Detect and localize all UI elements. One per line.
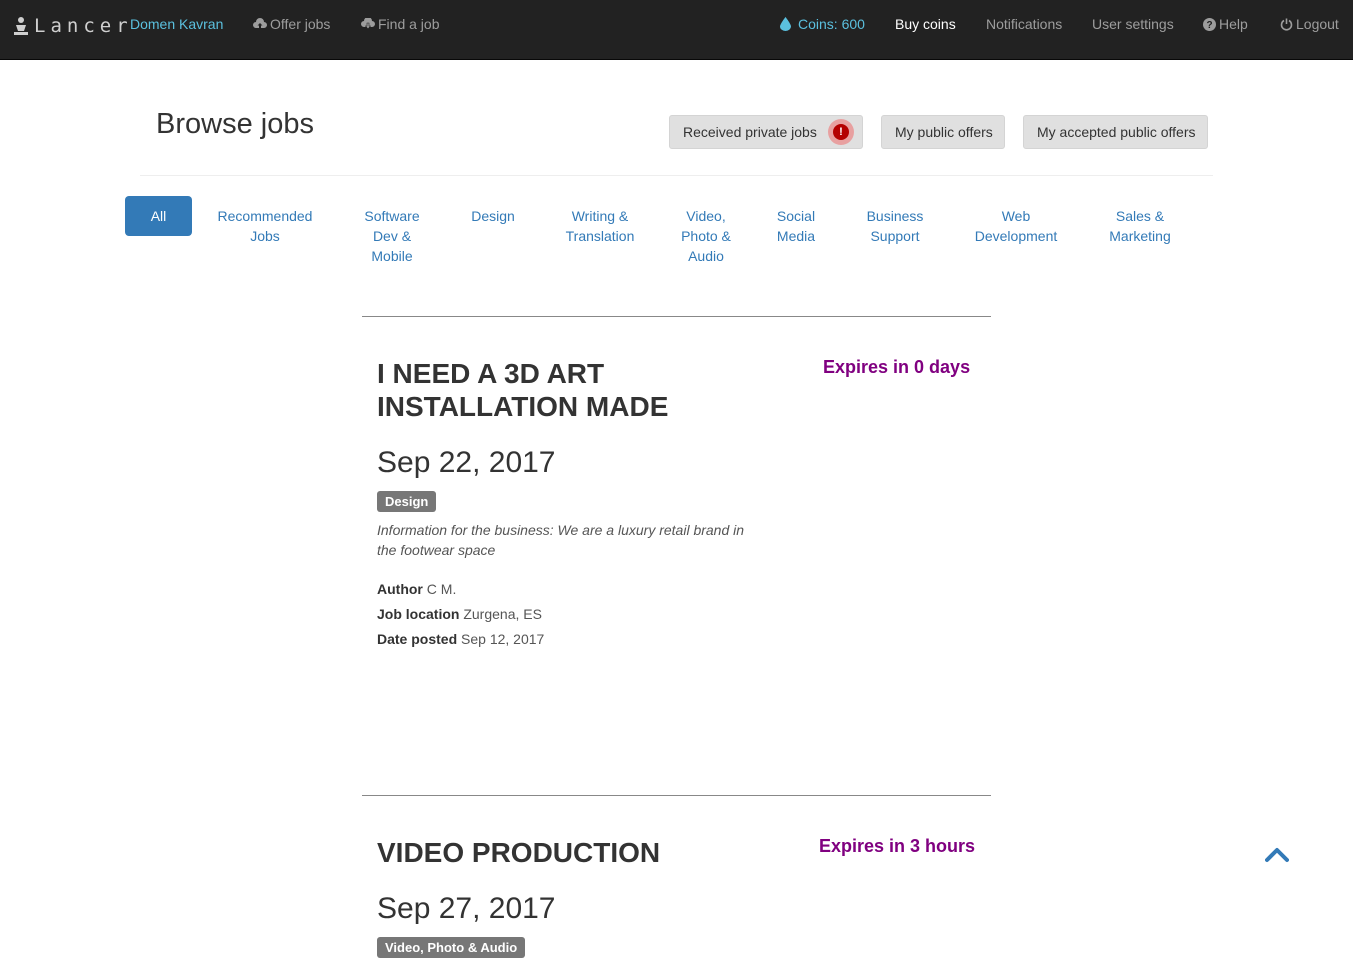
nav-offer-jobs[interactable]: Offer jobs [253, 0, 330, 48]
nav-find-job-label: Find a job [378, 16, 440, 32]
alert-icon: ! [828, 119, 854, 145]
nav-help-label: Help [1219, 16, 1248, 32]
category-web-development[interactable]: Web Development [966, 206, 1066, 246]
category-label-line: Software [364, 208, 420, 224]
category-social-media[interactable]: Social Media [768, 206, 824, 246]
category-software-dev-mobile[interactable]: Software Dev & Mobile [352, 206, 432, 266]
nav-buy-coins[interactable]: Buy coins [895, 0, 956, 48]
category-label-line: Jobs [250, 228, 280, 244]
nav-coins-label: Coins: 600 [798, 16, 865, 32]
job-title[interactable]: VIDEO PRODUCTION [377, 836, 777, 869]
category-label-line: Recommended [217, 208, 313, 224]
received-private-jobs-label: Received private jobs [683, 124, 817, 140]
category-label-line: Dev & [372, 228, 412, 244]
nav-notifications[interactable]: Notifications [986, 0, 1062, 48]
my-accepted-public-offers-button[interactable]: My accepted public offers [1023, 115, 1208, 149]
category-business-support[interactable]: Business Support [858, 206, 932, 246]
category-label-line: Sales & [1115, 208, 1165, 224]
category-video-photo-audio[interactable]: Video, Photo & Audio [672, 206, 740, 266]
category-label-line: Web [1001, 208, 1031, 224]
brand-logo[interactable]: Lancer [12, 14, 133, 38]
category-design[interactable]: Design [460, 206, 526, 226]
job-category-tag: Video, Photo & Audio [377, 937, 526, 958]
job-title[interactable]: I NEED A 3D ART INSTALLATION MADE [377, 357, 777, 423]
job-expires: Expires in 3 hours [819, 836, 976, 856]
category-recommended-jobs[interactable]: Recommended Jobs [210, 206, 320, 246]
category-label-line: Translation [565, 228, 635, 244]
job-posted-row: Date posted Sep 12, 2017 [377, 627, 544, 652]
category-label-line: Marketing [1109, 228, 1171, 244]
job-author-label: Author [377, 581, 423, 597]
received-private-jobs-button[interactable]: Received private jobs ! [669, 115, 863, 149]
category-writing-translation[interactable]: Writing & Translation [560, 206, 640, 246]
job-posted-label: Date posted [377, 631, 458, 647]
job-category-tag: Design [377, 491, 437, 512]
lancer-logo-icon [14, 17, 28, 35]
nav-find-job[interactable]: Find a job [361, 0, 439, 48]
power-icon [1280, 18, 1293, 31]
category-all[interactable]: All [125, 196, 192, 236]
category-sales-marketing[interactable]: Sales & Marketing [1100, 206, 1180, 246]
job-divider [362, 316, 991, 317]
job-date: Sep 22, 2017 [377, 446, 556, 479]
job-location-label: Job location [377, 606, 460, 622]
job-description: Information for the business: We are a l… [377, 522, 745, 558]
job-meta: Author C M. Job location Zurgena, ES Dat… [377, 577, 544, 652]
category-label-line: Development [974, 228, 1058, 244]
job-date: Sep 27, 2017 [377, 892, 556, 925]
nav-logout[interactable]: Logout [1280, 0, 1339, 48]
category-label-line: Writing & [571, 208, 629, 224]
category-label-line: Social [776, 208, 816, 224]
nav-user-settings[interactable]: User settings [1092, 0, 1174, 48]
category-label-line: Video, [686, 208, 726, 224]
nav-user-profile[interactable]: Domen Kavran [130, 0, 223, 48]
job-author: C M. [426, 581, 457, 597]
brand-name: Lancer [34, 15, 133, 37]
job-location: Zurgena, ES [463, 606, 542, 622]
scroll-to-top-chevron-up-icon[interactable] [1265, 846, 1289, 864]
nav-coins[interactable]: Coins: 600 [780, 0, 865, 48]
job-divider [362, 795, 991, 796]
question-circle-icon: ? [1203, 17, 1216, 31]
category-label-line: Mobile [371, 248, 413, 264]
water-drop-icon [780, 17, 791, 31]
job-author-row: Author C M. [377, 577, 544, 602]
cloud-download-icon [361, 18, 375, 30]
cloud-upload-icon [253, 18, 267, 28]
nav-logout-label: Logout [1296, 16, 1339, 32]
page-title: Browse jobs [156, 108, 314, 140]
category-label-line: Photo & [681, 228, 731, 244]
job-location-row: Job location Zurgena, ES [377, 602, 544, 627]
category-label-line: Media [776, 228, 816, 244]
svg-text:?: ? [1206, 20, 1212, 31]
nav-help[interactable]: ? Help [1203, 0, 1248, 48]
nav-offer-jobs-label: Offer jobs [270, 16, 331, 32]
category-label-line: Business [866, 208, 924, 224]
category-label-line: Audio [688, 248, 724, 264]
top-navbar: Lancer Domen Kavran Offer jobs Find a jo… [0, 0, 1353, 60]
header-divider [140, 175, 1213, 176]
category-label-line: Support [870, 228, 920, 244]
my-public-offers-button[interactable]: My public offers [881, 115, 1005, 149]
job-posted: Sep 12, 2017 [461, 631, 545, 647]
job-expires: Expires in 0 days [823, 357, 971, 377]
alert-mark: ! [833, 124, 849, 140]
